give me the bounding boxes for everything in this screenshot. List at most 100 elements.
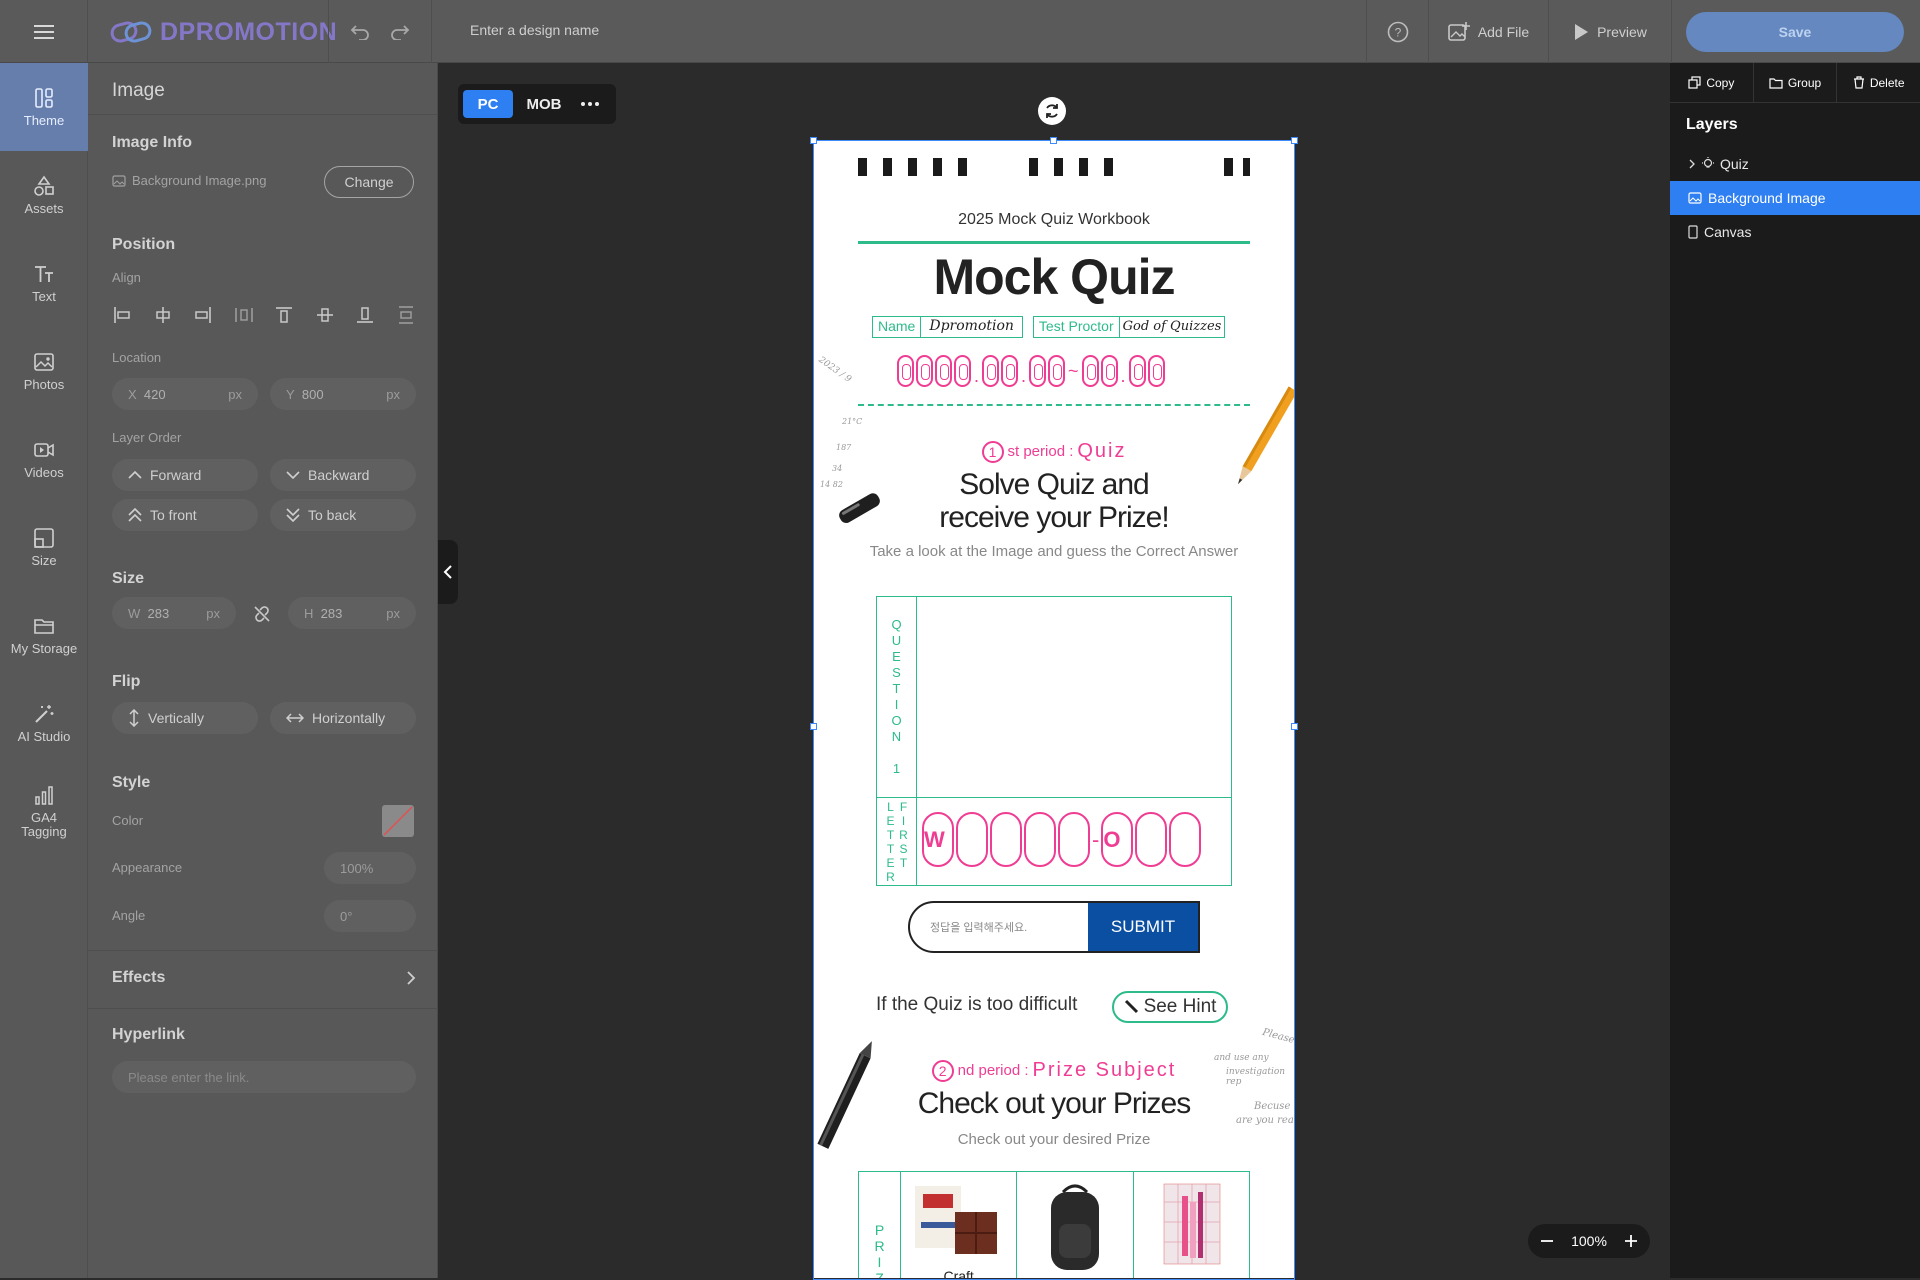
- align-bottom-icon[interactable]: [355, 305, 375, 325]
- hyperlink-input[interactable]: Please enter the link.: [112, 1061, 416, 1093]
- nav-ai-studio[interactable]: AI Studio: [0, 679, 88, 767]
- title-rule: [858, 241, 1250, 244]
- forward-button[interactable]: Forward: [112, 459, 258, 491]
- theme-icon: [35, 87, 53, 108]
- height-input[interactable]: H 283 px: [288, 597, 416, 629]
- appearance-input[interactable]: 100%: [324, 852, 416, 884]
- nav-videos[interactable]: Videos: [0, 415, 88, 503]
- rotate-icon: [1046, 104, 1058, 118]
- y-input[interactable]: Y 800 px: [270, 378, 416, 410]
- collapse-panel-button[interactable]: [438, 540, 458, 604]
- nav-text[interactable]: Text: [0, 239, 88, 327]
- see-hint-button[interactable]: See Hint: [1112, 991, 1228, 1023]
- nav-assets[interactable]: Assets: [0, 151, 88, 239]
- distribute-v-icon[interactable]: [396, 305, 416, 325]
- undo-icon[interactable]: [350, 24, 370, 40]
- align-top-icon[interactable]: [274, 305, 294, 325]
- prize-cell[interactable]: [1134, 1172, 1249, 1278]
- copy-button[interactable]: Copy: [1670, 63, 1754, 102]
- lock-ratio-button[interactable]: [252, 604, 272, 627]
- layer-order-label: Layer Order: [112, 430, 182, 445]
- appearance-label: Appearance: [112, 860, 183, 875]
- flip-horizontal-button[interactable]: Horizontally: [270, 702, 416, 734]
- image-file: Background Image.png: [112, 173, 266, 188]
- effects-row[interactable]: Effects: [112, 969, 416, 987]
- menu-button[interactable]: [0, 0, 88, 63]
- preview-label: Preview: [1597, 23, 1647, 40]
- layer-item-canvas[interactable]: Canvas: [1670, 215, 1920, 249]
- delete-button[interactable]: Delete: [1837, 63, 1920, 102]
- help-button[interactable]: ?: [1366, 0, 1428, 63]
- date-boxes: . . ~ .: [896, 355, 1166, 387]
- preview-button[interactable]: Preview: [1548, 0, 1672, 63]
- logo-icon: [110, 21, 152, 43]
- answer-boxes: W - O: [921, 812, 1202, 867]
- to-front-button[interactable]: To front: [112, 499, 258, 531]
- rotate-handle[interactable]: [1038, 97, 1066, 125]
- magic-wand-icon: [35, 704, 54, 723]
- nav-size[interactable]: Size: [0, 503, 88, 591]
- mob-button[interactable]: MOB: [519, 90, 569, 118]
- x-input[interactable]: X 420 px: [112, 378, 258, 410]
- image-file-name: Background Image.png: [132, 173, 267, 188]
- chevron-right-icon[interactable]: [1688, 159, 1696, 169]
- chevron-down-icon: [286, 471, 300, 480]
- zoom-in-icon[interactable]: [1624, 1234, 1638, 1248]
- align-center-v-icon[interactable]: [315, 305, 335, 325]
- question-label-cell: QUESTION 1: [877, 597, 917, 797]
- align-right-icon[interactable]: [193, 305, 213, 325]
- image-info-title: Image Info: [112, 134, 193, 151]
- question-divider: [877, 797, 1231, 798]
- chevron-right-icon: [407, 971, 416, 985]
- design-name-input[interactable]: Enter a design name: [470, 22, 599, 38]
- layer-item-background-image[interactable]: Background Image: [1670, 181, 1920, 215]
- to-back-label: To back: [308, 507, 357, 523]
- change-image-button[interactable]: Change: [324, 166, 414, 198]
- nav-my-storage[interactable]: My Storage: [0, 591, 88, 679]
- submit-button[interactable]: SUBMIT: [1088, 903, 1198, 951]
- nav-photos[interactable]: Photos: [0, 327, 88, 415]
- subtitle1: Take a look at the Image and guess the C…: [869, 543, 1239, 560]
- w-label: W: [128, 605, 141, 621]
- h-label: H: [304, 605, 314, 621]
- answer-box: [990, 812, 1022, 867]
- width-input[interactable]: W 283 px: [112, 597, 236, 629]
- answer-input[interactable]: 정답을 입력해주세요.: [910, 903, 1088, 951]
- date-digit-box: [1001, 355, 1019, 387]
- first-letter-cell: FIRST LETTER: [877, 797, 917, 885]
- trash-icon: [1853, 76, 1864, 89]
- layers-title: Layers: [1686, 116, 1738, 133]
- answer-box: [1024, 812, 1056, 867]
- proctor-value: God of Quizzes: [1122, 319, 1222, 334]
- color-swatch[interactable]: [382, 805, 414, 837]
- redo-icon[interactable]: [390, 24, 410, 40]
- angle-input[interactable]: 0°: [324, 900, 416, 932]
- nav-theme[interactable]: Theme: [0, 63, 88, 151]
- period1-suffix: st period :: [1007, 443, 1074, 460]
- nav-ga4-tagging[interactable]: GA4 Tagging: [0, 767, 88, 855]
- add-file-button[interactable]: Add File: [1428, 0, 1548, 63]
- w-value: 283: [147, 605, 170, 621]
- design-document[interactable]: 2025 Mock Quiz Workbook Mock Quiz Name D…: [814, 141, 1294, 1278]
- add-image-icon: [1448, 21, 1470, 41]
- pc-button[interactable]: PC: [463, 90, 513, 118]
- distribute-h-icon[interactable]: [234, 305, 254, 325]
- group-button[interactable]: Group: [1754, 63, 1838, 102]
- zoom-out-icon[interactable]: [1540, 1234, 1554, 1248]
- save-button[interactable]: Save: [1686, 12, 1904, 52]
- align-center-h-icon[interactable]: [153, 305, 173, 325]
- layer-canvas-label: Canvas: [1704, 224, 1752, 240]
- align-toolbar: [112, 305, 416, 325]
- align-left-icon[interactable]: [112, 305, 132, 325]
- flip-vertical-button[interactable]: Vertically: [112, 702, 258, 734]
- prize-cell[interactable]: [1017, 1172, 1134, 1278]
- backward-button[interactable]: Backward: [270, 459, 416, 491]
- layer-item-quiz[interactable]: Quiz: [1670, 147, 1920, 181]
- prize-cell[interactable]: Craft: [901, 1172, 1018, 1278]
- flip-title: Flip: [112, 673, 141, 690]
- panel-title: Image: [88, 63, 437, 115]
- to-back-button[interactable]: To back: [270, 499, 416, 531]
- logo[interactable]: DPROMOTION: [110, 16, 337, 48]
- more-icon[interactable]: [579, 101, 601, 107]
- size-icon: [34, 527, 54, 548]
